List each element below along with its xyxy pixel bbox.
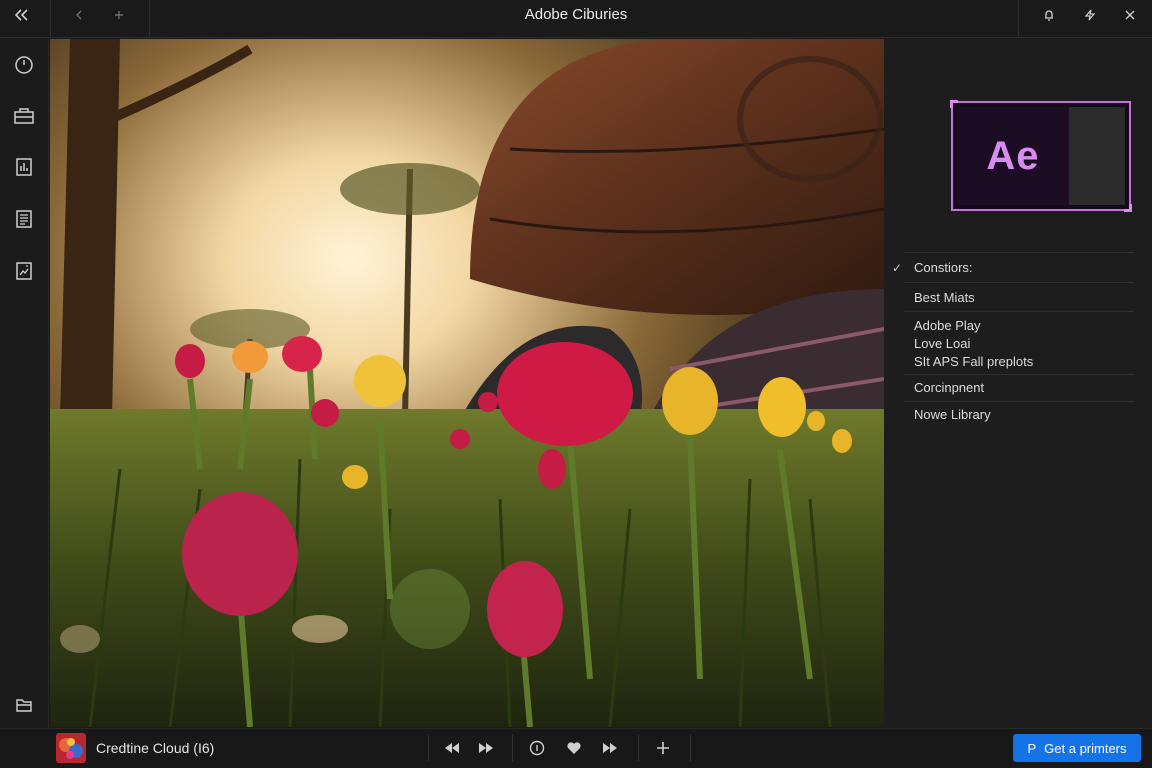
collapse-sidebar-button[interactable] (6, 0, 36, 30)
favorite-button[interactable] (560, 735, 588, 761)
projects-button[interactable] (11, 103, 37, 129)
plus-icon (115, 11, 123, 19)
assets-button[interactable] (11, 258, 37, 284)
back-button[interactable] (66, 0, 92, 30)
add-button[interactable] (649, 735, 677, 761)
fast-forward-button[interactable] (472, 735, 500, 761)
folder-button[interactable] (11, 692, 37, 718)
folder-icon (16, 699, 32, 712)
image-document-icon (16, 262, 32, 280)
arrow-left-icon (76, 10, 82, 20)
window-title: Adobe Ciburies (524, 6, 628, 23)
ae-logo-label: Ae (986, 133, 1040, 178)
double-chevron-left-icon (14, 9, 28, 21)
skip-forward-button[interactable] (596, 735, 624, 761)
menu-item-adobe-play-group[interactable]: Adobe Play Love Loai SIt APS Fall preplo… (904, 311, 1134, 374)
creative-cloud-app-icon (56, 733, 86, 763)
get-printers-button[interactable]: P Get a primters (1013, 734, 1141, 762)
app-name: Credtine Cloud (I6) (96, 740, 215, 756)
rewind-button[interactable] (438, 735, 466, 761)
cta-label: Get a primters (1044, 740, 1127, 756)
sync-icon (1084, 9, 1096, 21)
notifications-button[interactable] (1036, 0, 1062, 30)
heart-icon (567, 742, 581, 754)
rewind-icon (445, 743, 459, 753)
panel-menu: ✓ Constiors: Best Miats Adobe Play Love … (892, 252, 1134, 428)
list-document-icon (16, 210, 32, 228)
bottom-bar: Credtine Cloud (I6) P Get a primters (0, 728, 1152, 768)
title-bar: Adobe Ciburies (0, 0, 1152, 38)
menu-item-constiors[interactable]: ✓ Constiors: (892, 252, 1134, 282)
documents-button[interactable] (11, 206, 37, 232)
checkmark-icon: ✓ (892, 261, 903, 275)
bell-icon (1045, 10, 1053, 21)
clock-icon (15, 56, 33, 74)
fast-forward-icon (479, 743, 493, 753)
sync-button[interactable] (1077, 0, 1103, 30)
close-button[interactable] (1117, 0, 1143, 30)
document-chart-icon (16, 158, 32, 176)
cta-icon: P (1027, 740, 1037, 756)
plus-icon (657, 742, 669, 754)
menu-item-best-miats[interactable]: Best Miats (904, 282, 1134, 311)
briefcase-icon (14, 108, 34, 124)
skip-forward-icon (603, 743, 617, 753)
menu-item-corcinpnent[interactable]: Corcinpnent (904, 374, 1134, 401)
new-tab-button[interactable] (106, 0, 132, 30)
canvas-image (50, 39, 884, 727)
recent-button[interactable] (11, 52, 37, 78)
info-circle-icon (529, 740, 545, 756)
left-rail (0, 38, 49, 755)
right-panel: Ae ✓ Constiors: Best Miats Adobe Play Lo… (884, 38, 1152, 728)
reports-button[interactable] (11, 154, 37, 180)
tulip-field-photo (50, 39, 884, 727)
after-effects-thumbnail[interactable]: Ae (950, 100, 1132, 212)
app-icon[interactable] (56, 733, 86, 763)
close-icon (1125, 10, 1135, 20)
info-button[interactable] (523, 735, 551, 761)
menu-item-nowe-library[interactable]: Nowe Library (904, 401, 1134, 428)
